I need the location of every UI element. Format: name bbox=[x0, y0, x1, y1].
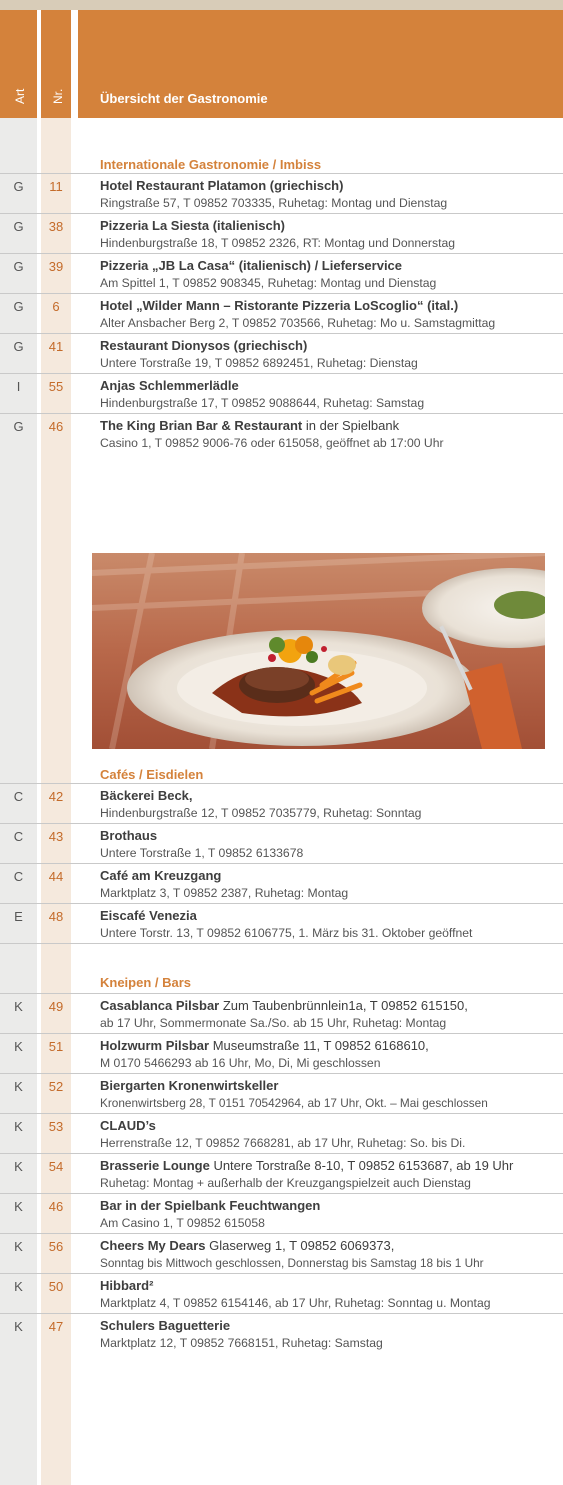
entry-number: 39 bbox=[48, 259, 64, 274]
section-heading-cafes: Cafés / Eisdielen bbox=[100, 767, 204, 782]
entry-name: Schulers Baguetterie bbox=[100, 1318, 231, 1333]
entry-number: 51 bbox=[48, 1039, 64, 1054]
entry-name: Bar in der Spielbank Feuchtwangen bbox=[100, 1198, 321, 1213]
entry-number: 54 bbox=[48, 1159, 64, 1174]
entry-details: ab 17 Uhr, Sommermonate Sa./So. ab 15 Uh… bbox=[100, 1016, 447, 1030]
entry-name: Pizzeria „JB La Casa“ (italienisch) / Li… bbox=[100, 258, 403, 273]
entry-type: E bbox=[14, 909, 23, 924]
entry-number: 11 bbox=[49, 179, 63, 194]
entry-type: K bbox=[14, 1119, 23, 1134]
entry-name: CLAUD’s bbox=[100, 1118, 156, 1133]
entry-details: Herrenstraße 12, T 09852 7668281, ab 17 … bbox=[100, 1136, 466, 1150]
entry-number: 41 bbox=[48, 339, 64, 354]
entry-name: Holzwurm Pilsbar Museumstraße 11, T 0985… bbox=[100, 1038, 429, 1053]
entry-type: K bbox=[14, 1079, 23, 1094]
entry-number: 6 bbox=[52, 299, 60, 314]
entry-details: Hindenburgstraße 18, T 09852 2326, RT: M… bbox=[100, 236, 456, 250]
entry-type: G bbox=[13, 219, 24, 234]
entry-details: Hindenburgstraße 12, T 09852 7035779, Ru… bbox=[100, 806, 422, 820]
entry-name: Eiscafé Venezia bbox=[100, 908, 197, 923]
entry-type: K bbox=[14, 1199, 23, 1214]
entry-details: Marktplatz 12, T 09852 7668151, Ruhetag:… bbox=[100, 1336, 383, 1350]
entry-type: G bbox=[13, 299, 24, 314]
entry-details: Ruhetag: Montag + außerhalb der Kreuzgan… bbox=[100, 1176, 471, 1190]
entry-number: 46 bbox=[48, 419, 64, 434]
top-strip bbox=[0, 0, 563, 10]
nr-column-label: Nr. bbox=[51, 88, 65, 104]
entry-name: Café am Kreuzgang bbox=[100, 868, 222, 883]
entry-details: Hindenburgstraße 17, T 09852 9088644, Ru… bbox=[100, 396, 425, 410]
entry-number: 56 bbox=[48, 1239, 64, 1254]
entry-number: 47 bbox=[48, 1319, 64, 1334]
entry-type: G bbox=[13, 259, 24, 274]
entry-type: C bbox=[13, 869, 24, 884]
entry-name: Brasserie Lounge Untere Torstraße 8-10, … bbox=[100, 1158, 514, 1173]
entry-name: Bäckerei Beck, bbox=[100, 788, 193, 803]
entry-number: 49 bbox=[48, 999, 64, 1014]
entry-details: Marktplatz 4, T 09852 6154146, ab 17 Uhr… bbox=[100, 1296, 491, 1310]
entry-number: 55 bbox=[48, 379, 64, 394]
entry-name: Anjas Schlemmerlädle bbox=[100, 378, 239, 393]
entry-type: K bbox=[14, 1159, 23, 1174]
entry-name: Pizzeria La Siesta (italienisch) bbox=[100, 218, 285, 233]
entry-details: Casino 1, T 09852 9006-76 oder 615058, g… bbox=[100, 436, 444, 450]
plated-dish-illustration bbox=[92, 553, 545, 749]
food-photo bbox=[92, 553, 545, 749]
entry-type: C bbox=[13, 789, 24, 804]
entry-name: Hotel Restaurant Platamon (griechisch) bbox=[100, 178, 344, 193]
entry-number: 53 bbox=[48, 1119, 64, 1134]
entry-number: 38 bbox=[48, 219, 64, 234]
entry-details: Untere Torstraße 1, T 09852 6133678 bbox=[100, 846, 304, 860]
entry-number: 44 bbox=[48, 869, 64, 884]
entry-details: Alter Ansbacher Berg 2, T 09852 703566, … bbox=[100, 316, 496, 330]
entry-name: Restaurant Dionysos (griechisch) bbox=[100, 338, 308, 353]
art-column-label: Art bbox=[13, 88, 27, 104]
entry-number: 46 bbox=[48, 1199, 64, 1214]
entry-type: K bbox=[14, 999, 23, 1014]
section-heading-kneipen: Kneipen / Bars bbox=[100, 975, 192, 990]
entry-number: 42 bbox=[48, 789, 64, 804]
section-heading-international: Internationale Gastronomie / Imbiss bbox=[100, 157, 322, 172]
entry-details: Sonntag bis Mittwoch geschlossen, Donner… bbox=[100, 1256, 484, 1270]
entry-type: C bbox=[13, 829, 24, 844]
entry-name: Hotel „Wilder Mann – Ristorante Pizzeria… bbox=[100, 298, 459, 313]
entry-type: G bbox=[13, 419, 24, 434]
page-title: Übersicht der Gastronomie bbox=[100, 91, 268, 106]
entry-type: G bbox=[13, 179, 24, 194]
entry-type: I bbox=[16, 379, 21, 394]
entry-name: Biergarten Kronenwirtskeller bbox=[100, 1078, 279, 1093]
entry-name: Brothaus bbox=[100, 828, 158, 843]
entry-details: Marktplatz 3, T 09852 2387, Ruhetag: Mon… bbox=[100, 886, 349, 900]
entry-name: Hibbard² bbox=[100, 1278, 154, 1293]
entry-details: Kronenwirtsberg 28, T 0151 70542964, ab … bbox=[100, 1096, 488, 1110]
entry-details: Am Casino 1, T 09852 615058 bbox=[100, 1216, 265, 1230]
entry-details: Am Spittel 1, T 09852 908345, Ruhetag: M… bbox=[100, 276, 437, 290]
entry-name: Casablanca Pilsbar Zum Taubenbrünnlein1a… bbox=[100, 998, 468, 1013]
entry-type: G bbox=[13, 339, 24, 354]
entry-name: The King Brian Bar & Restaurant in der S… bbox=[100, 418, 400, 433]
entry-details: Ringstraße 57, T 09852 703335, Ruhetag: … bbox=[100, 196, 448, 210]
entry-details: M 0170 5466293 ab 16 Uhr, Mo, Di, Mi ges… bbox=[100, 1056, 381, 1070]
entry-type: K bbox=[14, 1279, 23, 1294]
entry-details: Untere Torstr. 13, T 09852 6106775, 1. M… bbox=[100, 926, 473, 940]
entry-type: K bbox=[14, 1239, 23, 1254]
entry-number: 52 bbox=[48, 1079, 64, 1094]
entry-name: Cheers My Dears Glaserweg 1, T 09852 606… bbox=[100, 1238, 395, 1253]
entry-type: K bbox=[14, 1039, 23, 1054]
entry-number: 50 bbox=[48, 1279, 64, 1294]
entry-details: Untere Torstraße 19, T 09852 6892451, Ru… bbox=[100, 356, 418, 370]
entry-type: K bbox=[14, 1319, 23, 1334]
entry-number: 43 bbox=[48, 829, 64, 844]
entry-number: 48 bbox=[48, 909, 64, 924]
